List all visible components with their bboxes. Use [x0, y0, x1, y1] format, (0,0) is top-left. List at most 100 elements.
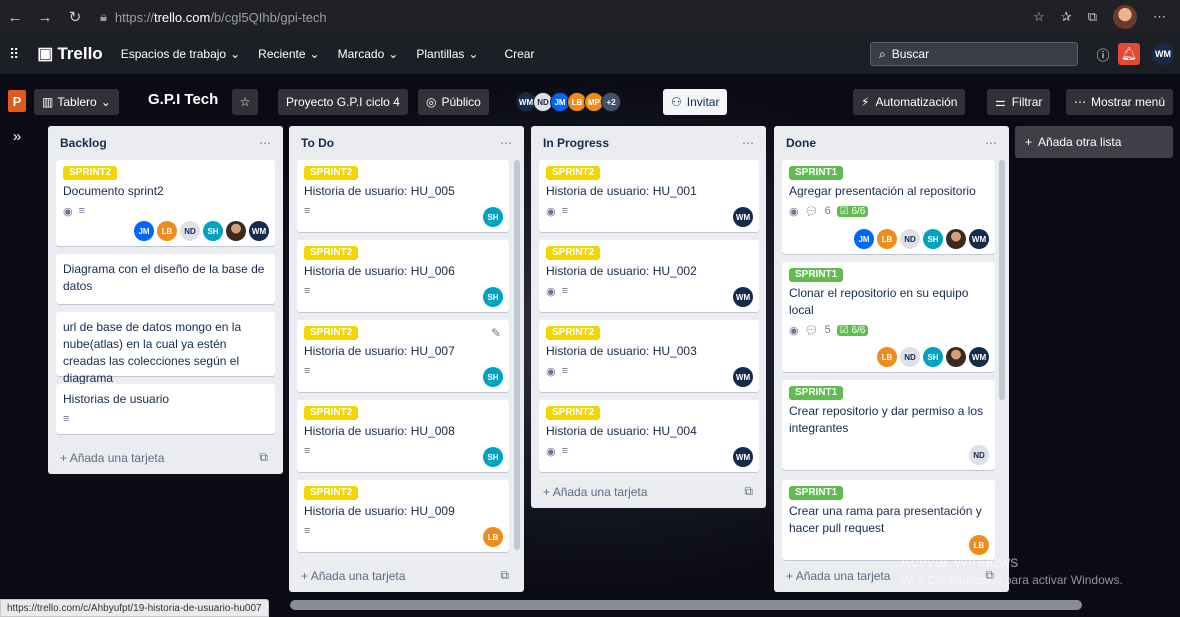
add-card-button[interactable]: + Añada una tarjeta ⧉: [301, 568, 509, 583]
card[interactable]: SPRINT1 Agregar presentación al reposito…: [782, 160, 995, 254]
user-avatar[interactable]: WM: [1152, 43, 1174, 65]
card[interactable]: Historias de usuario ≡: [56, 384, 275, 434]
member-avatar[interactable]: JM: [134, 221, 154, 241]
automation-button[interactable]: ⚡︎ Automatización: [853, 89, 966, 115]
list-title[interactable]: Done: [786, 136, 816, 150]
card[interactable]: SPRINT2 ✎ Historia de usuario: HU_007 ≡ …: [297, 320, 509, 392]
template-icon[interactable]: ⧉: [259, 450, 268, 465]
favorites-icon[interactable]: ✰: [1061, 9, 1072, 25]
member-avatar[interactable]: WM: [249, 221, 269, 241]
template-icon[interactable]: ⧉: [500, 568, 509, 583]
workspace-badge[interactable]: P: [8, 90, 26, 112]
card[interactable]: SPRINT2 Historia de usuario: HU_002 ◉ ≡ W…: [539, 240, 759, 312]
card[interactable]: SPRINT2 Historia de usuario: HU_008 ≡ SH: [297, 400, 509, 472]
more-members-badge[interactable]: +2: [601, 92, 621, 112]
description-icon: ≡: [304, 365, 311, 377]
member-avatar[interactable]: LB: [157, 221, 177, 241]
member-avatar[interactable]: WM: [733, 447, 753, 467]
card[interactable]: SPRINT2 Documento sprint2 ◉ ≡ JM LB ND SH…: [56, 160, 275, 246]
card[interactable]: SPRINT2 Historia de usuario: HU_004 ◉ ≡ W…: [539, 400, 759, 472]
card[interactable]: SPRINT1 Crear repositorio y dar permiso …: [782, 380, 995, 470]
forward-icon[interactable]: →: [30, 9, 60, 26]
member-avatar[interactable]: ND: [180, 221, 200, 241]
add-user-icon: ⚇: [671, 95, 682, 109]
plus-icon: +: [786, 568, 796, 583]
add-card-button[interactable]: + Añada una tarjeta ⧉: [60, 450, 268, 465]
member-avatar[interactable]: SH: [483, 287, 503, 307]
notifications-bell-icon[interactable]: 🔔︎: [1118, 43, 1140, 65]
info-icon[interactable]: ⓘ: [1092, 43, 1114, 65]
card[interactable]: SPRINT1 Crear una rama para presentación…: [782, 480, 995, 560]
member-avatar[interactable]: LB: [483, 527, 503, 547]
list-title[interactable]: In Progress: [543, 136, 609, 150]
collections-icon[interactable]: ⧉: [1088, 9, 1097, 25]
member-photo-avatar[interactable]: [946, 347, 966, 367]
edit-pencil-icon[interactable]: ✎: [491, 326, 501, 340]
member-avatar[interactable]: ND: [900, 347, 920, 367]
card[interactable]: SPRINT1 Clonar el repositorio en su equi…: [782, 262, 995, 372]
member-photo-avatar[interactable]: [946, 229, 966, 249]
card[interactable]: SPRINT2 Historia de usuario: HU_005 ≡ SH: [297, 160, 509, 232]
member-avatar[interactable]: SH: [923, 229, 943, 249]
list-title[interactable]: To Do: [301, 136, 334, 150]
list-scrollbar[interactable]: [514, 160, 520, 550]
list-menu-icon[interactable]: ⋯: [500, 136, 512, 150]
list-menu-icon[interactable]: ⋯: [259, 136, 271, 150]
member-avatar[interactable]: LB: [877, 229, 897, 249]
member-avatar[interactable]: JM: [854, 229, 874, 249]
member-avatar[interactable]: ND: [900, 229, 920, 249]
board-title[interactable]: G.P.I Tech: [148, 91, 218, 108]
menu-starred[interactable]: Marcado ⌄: [329, 47, 408, 61]
board-view-switcher[interactable]: ▥ Tablero ⌄: [34, 89, 119, 115]
member-avatar[interactable]: WM: [969, 347, 989, 367]
member-avatar[interactable]: ND: [969, 445, 989, 465]
member-avatar[interactable]: WM: [733, 367, 753, 387]
trello-logo[interactable]: ▣ Trello: [28, 44, 111, 64]
list-scrollbar[interactable]: [999, 160, 1005, 400]
create-button[interactable]: Crear: [495, 47, 543, 61]
card[interactable]: SPRINT2 Historia de usuario: HU_009 ≡ LB: [297, 480, 509, 552]
add-card-button[interactable]: + Añada una tarjeta ⧉: [543, 484, 753, 499]
star-icon[interactable]: ☆: [232, 89, 258, 115]
add-list-button[interactable]: + Añada otra lista: [1015, 126, 1173, 158]
card[interactable]: SPRINT2 Historia de usuario: HU_006 ≡ SH: [297, 240, 509, 312]
template-icon[interactable]: ⧉: [744, 484, 753, 499]
address-bar[interactable]: 🔒︎ https://trello.com/b/cgl5QIhb/gpi-tec…: [100, 9, 1033, 25]
member-avatar[interactable]: WM: [733, 287, 753, 307]
member-avatar[interactable]: SH: [923, 347, 943, 367]
card[interactable]: url de base de datos mongo en la nube(at…: [56, 312, 275, 385]
read-aloud-icon[interactable]: ☆: [1033, 9, 1045, 25]
member-avatar[interactable]: SH: [483, 207, 503, 227]
card[interactable]: SPRINT2 Historia de usuario: HU_001 ◉ ≡ W…: [539, 160, 759, 232]
back-icon[interactable]: ←: [0, 9, 30, 26]
filter-button[interactable]: ⚌ Filtrar: [987, 89, 1051, 115]
member-avatar[interactable]: SH: [483, 367, 503, 387]
apps-icon[interactable]: ⠿: [0, 46, 28, 63]
member-photo-avatar[interactable]: [226, 221, 246, 241]
label-sprint2: SPRINT2: [304, 326, 359, 340]
visibility-button[interactable]: ◎ Público: [418, 89, 489, 115]
menu-workspaces[interactable]: Espacios de trabajo ⌄: [112, 47, 249, 61]
member-avatar[interactable]: SH: [203, 221, 223, 241]
menu-recent[interactable]: Reciente ⌄: [249, 47, 328, 61]
board-horizontal-scrollbar[interactable]: [290, 600, 1082, 610]
member-avatar[interactable]: WM: [969, 229, 989, 249]
member-avatar[interactable]: LB: [969, 535, 989, 555]
list-title[interactable]: Backlog: [60, 136, 107, 150]
search-input[interactable]: ⌕ Buscar: [870, 42, 1078, 66]
list-menu-icon[interactable]: ⋯: [742, 136, 754, 150]
reload-icon[interactable]: ↻: [60, 8, 90, 26]
member-avatar[interactable]: WM: [733, 207, 753, 227]
member-avatar[interactable]: SH: [483, 447, 503, 467]
invite-button[interactable]: ⚇ Invitar: [663, 89, 728, 115]
card[interactable]: Diagrama con el diseño de la base de dat…: [56, 254, 275, 304]
menu-templates[interactable]: Plantillas ⌄: [407, 47, 487, 61]
show-menu-button[interactable]: ⋯ Mostrar menú: [1066, 89, 1174, 115]
more-icon[interactable]: ⋯: [1153, 9, 1166, 25]
card[interactable]: SPRINT2 Historia de usuario: HU_003 ◉ ≡ W…: [539, 320, 759, 392]
workspace-button[interactable]: Proyecto G.P.I ciclo 4: [278, 89, 408, 115]
sidebar-expand-icon[interactable]: »: [0, 118, 34, 608]
member-avatar[interactable]: LB: [877, 347, 897, 367]
list-menu-icon[interactable]: ⋯: [985, 136, 997, 150]
profile-avatar[interactable]: [1113, 5, 1137, 29]
